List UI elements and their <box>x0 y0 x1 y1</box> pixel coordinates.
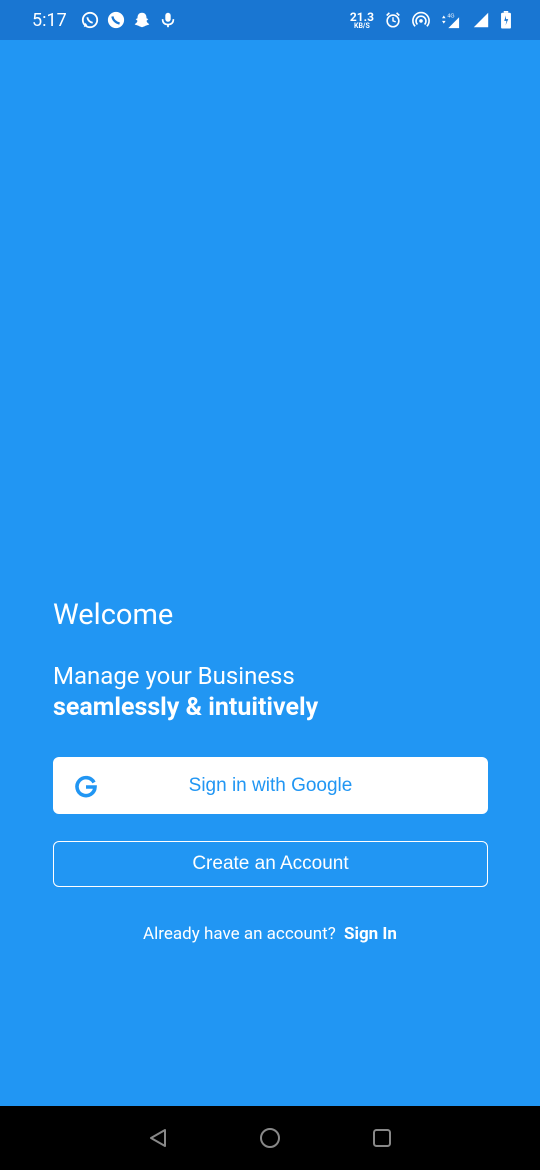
net-speed: 21.3 KB/S <box>350 11 374 30</box>
signin-row: Already have an account? Sign In <box>0 924 540 944</box>
signal-4g-icon: 4G <box>442 13 460 29</box>
mic-icon <box>161 12 174 28</box>
create-account-button[interactable]: Create an Account <box>53 841 488 887</box>
tagline-bold: seamlessly & intuitively <box>53 692 319 722</box>
back-button[interactable] <box>145 1125 171 1151</box>
recents-icon <box>373 1129 391 1147</box>
status-left: 5:17 <box>32 10 177 31</box>
welcome-title: Welcome <box>53 598 174 632</box>
system-nav-bar <box>0 1106 540 1170</box>
recents-button[interactable] <box>369 1125 395 1151</box>
snapchat-icon <box>134 12 149 28</box>
google-signin-button[interactable]: Sign in with Google <box>53 757 488 814</box>
signin-link[interactable]: Sign In <box>344 924 397 944</box>
status-right: 21.3 KB/S 4G <box>350 11 512 30</box>
alarm-icon <box>386 12 400 28</box>
google-signin-label: Sign in with Google <box>188 774 353 796</box>
status-time: 5:17 <box>32 9 67 31</box>
net-speed-value: 21.3 <box>349 9 374 24</box>
welcome-section: Welcome Manage your Business seamlessly … <box>53 598 488 725</box>
hotspot-icon <box>412 11 430 27</box>
whatsapp-icon <box>81 11 98 29</box>
back-icon <box>150 1129 166 1147</box>
home-icon <box>260 1128 280 1148</box>
tagline: Manage your Business <box>53 662 295 690</box>
signin-prompt: Already have an account? <box>143 924 336 944</box>
status-bar: 5:17 21.3 KB/S 4G <box>0 0 540 40</box>
net-speed-unit: KB/S <box>354 21 370 30</box>
phone-icon <box>107 11 124 29</box>
battery-icon <box>501 11 511 29</box>
home-button[interactable] <box>257 1125 283 1151</box>
google-icon <box>75 775 97 798</box>
signal-icon <box>473 12 489 28</box>
network-type: 4G <box>447 13 454 19</box>
